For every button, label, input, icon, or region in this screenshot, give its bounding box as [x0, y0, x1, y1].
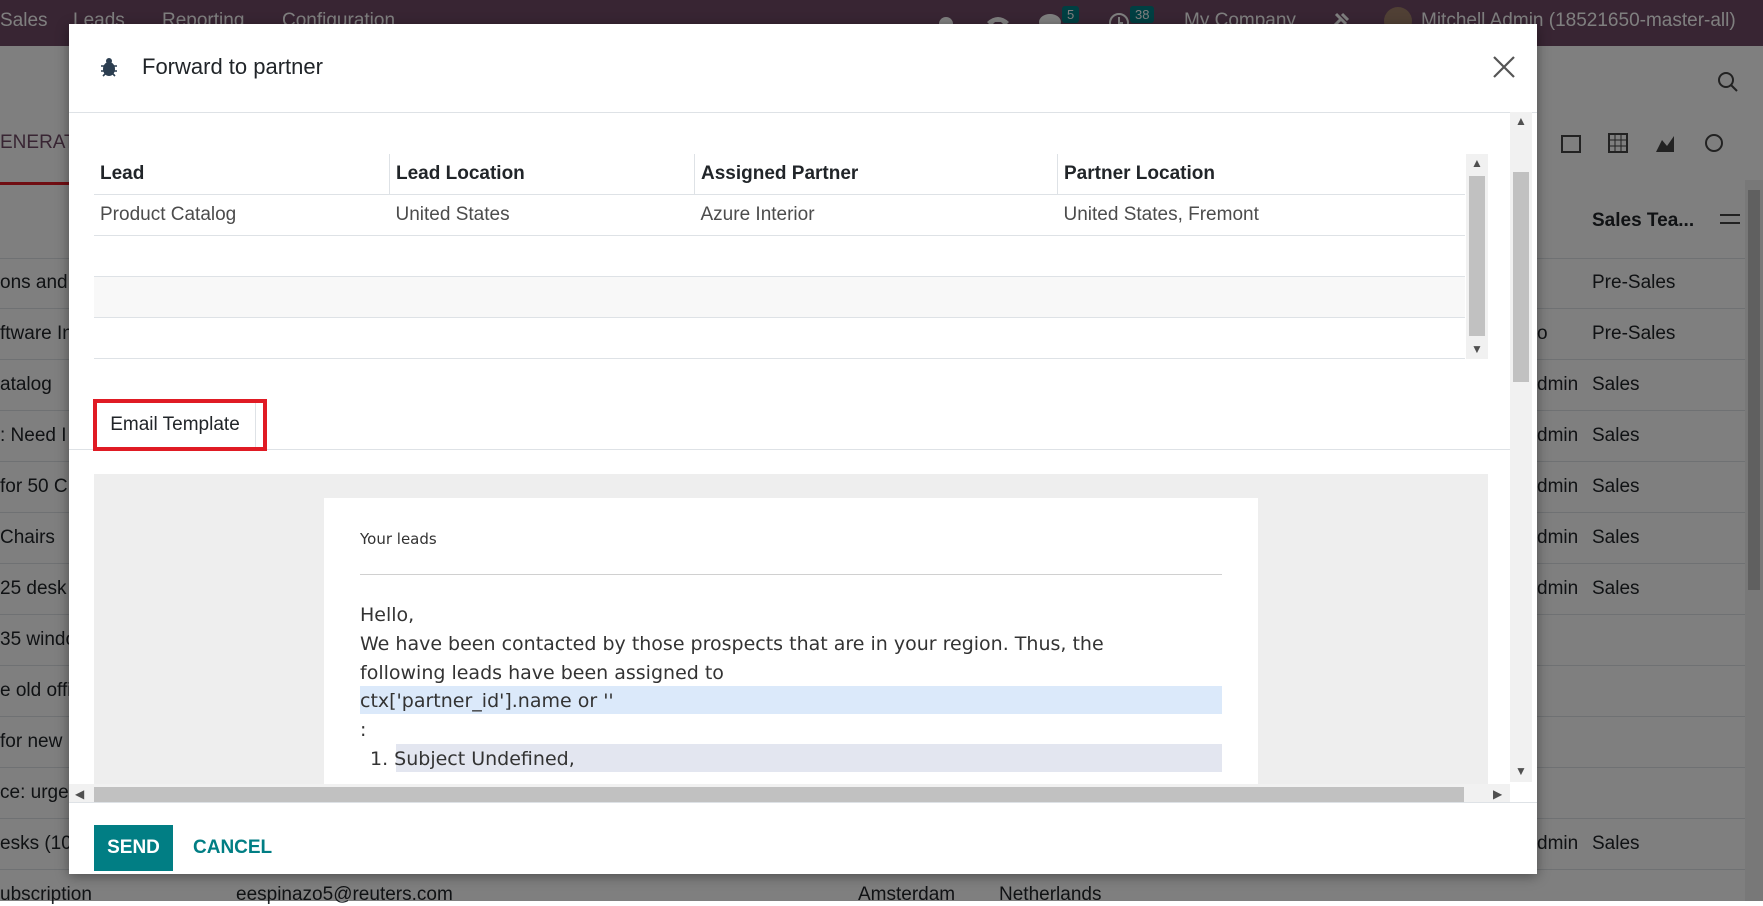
- scroll-down-arrow-icon[interactable]: ▼: [1515, 764, 1527, 778]
- notebook-tab-divider: [69, 449, 1510, 450]
- email-greeting: Hello,: [360, 604, 415, 626]
- email-colon: :: [360, 719, 367, 741]
- email-divider: [360, 574, 1222, 575]
- scroll-down-arrow-icon[interactable]: ▼: [1471, 342, 1483, 356]
- cell-assigned-partner[interactable]: Azure Interior: [694, 194, 1058, 236]
- bug-icon[interactable]: [98, 56, 120, 78]
- email-list-item: 1. Subject Undefined,: [370, 748, 575, 770]
- column-header-assigned-partner[interactable]: Assigned Partner: [694, 154, 1058, 195]
- column-header-partner-location[interactable]: Partner Location: [1057, 154, 1465, 195]
- template-expression: ctx['partner_id'].name or '': [360, 690, 614, 712]
- horizontal-scrollbar[interactable]: ◀ ▶: [69, 784, 1510, 802]
- cell-lead[interactable]: Product Catalog: [94, 194, 390, 236]
- email-body-line: following leads have been assigned to: [360, 662, 724, 684]
- modal-title: Forward to partner: [142, 54, 323, 79]
- modal-scroll-thumb[interactable]: [1513, 172, 1529, 382]
- column-header-lead[interactable]: Lead: [94, 154, 390, 195]
- scroll-right-arrow-icon[interactable]: ▶: [1493, 787, 1502, 801]
- cancel-button[interactable]: CANCEL: [187, 825, 278, 871]
- table-scroll-thumb[interactable]: [1469, 176, 1485, 336]
- scroll-up-arrow-icon[interactable]: ▲: [1471, 156, 1483, 170]
- table-header-row: Lead Lead Location Assigned Partner Part…: [94, 154, 1465, 195]
- modal-body: Lead Lead Location Assigned Partner Part…: [69, 112, 1537, 802]
- table-empty-row: [94, 235, 1465, 277]
- send-button[interactable]: SEND: [94, 825, 173, 871]
- modal-footer: SEND CANCEL: [69, 802, 1537, 874]
- scroll-up-arrow-icon[interactable]: ▲: [1515, 114, 1527, 128]
- email-template-preview: Your leads Hello, We have been contacted…: [94, 474, 1488, 784]
- email-body-line: We have been contacted by those prospect…: [360, 633, 1104, 655]
- modal-header: Forward to partner: [69, 24, 1537, 113]
- table-scrollbar[interactable]: ▲ ▼: [1466, 154, 1488, 359]
- table-row[interactable]: Product Catalog United States Azure Inte…: [94, 194, 1465, 236]
- forward-to-partner-dialog: Forward to partner Lead Lead Location As…: [69, 24, 1537, 874]
- horizontal-scroll-thumb[interactable]: [94, 787, 1464, 802]
- tab-email-template[interactable]: Email Template: [94, 400, 256, 450]
- table-empty-row: [94, 276, 1465, 318]
- scroll-left-arrow-icon[interactable]: ◀: [75, 787, 84, 801]
- email-heading: Your leads: [360, 530, 437, 548]
- table-empty-row: [94, 317, 1465, 359]
- modal-vertical-scrollbar[interactable]: ▲ ▼: [1510, 112, 1532, 782]
- assignment-table: Lead Lead Location Assigned Partner Part…: [94, 154, 1465, 359]
- cell-lead-location[interactable]: United States: [389, 194, 695, 236]
- column-header-lead-location[interactable]: Lead Location: [389, 154, 695, 195]
- close-icon[interactable]: [1491, 54, 1517, 80]
- email-card: Your leads Hello, We have been contacted…: [324, 498, 1258, 784]
- cell-partner-location[interactable]: United States, Fremont: [1057, 194, 1465, 236]
